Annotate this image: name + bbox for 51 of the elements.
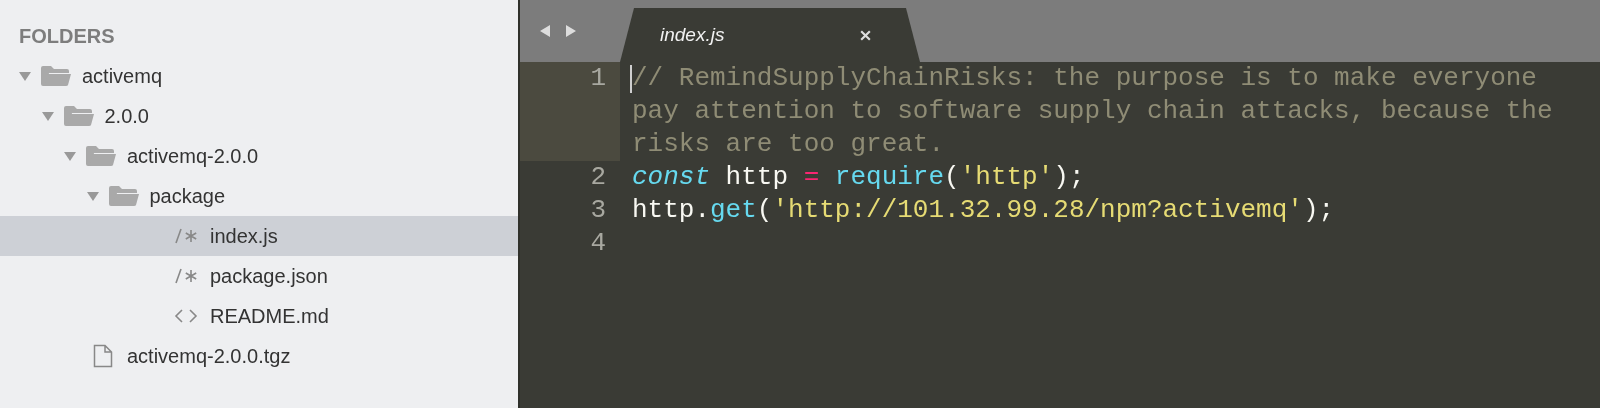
line-number: 1 xyxy=(590,63,606,93)
disclosure-triangle-icon[interactable] xyxy=(18,69,32,83)
sidebar-header: FOLDERS xyxy=(18,24,116,49)
code-token: http xyxy=(724,162,790,192)
code-token: ); xyxy=(1053,162,1085,192)
folder-icon xyxy=(40,64,72,88)
code-token: require xyxy=(834,162,945,192)
line-number: 2 xyxy=(590,162,606,192)
tree-item[interactable]: index.js xyxy=(0,216,518,256)
tree-item-label: README.md xyxy=(210,304,329,328)
file-icon xyxy=(93,344,113,368)
folder-icon xyxy=(62,104,95,128)
disclosure-triangle-icon[interactable] xyxy=(63,149,77,163)
tree-item[interactable]: 2.0.0 xyxy=(0,96,518,136)
line-number: 4 xyxy=(590,228,606,258)
tree-item[interactable]: activemq-2.0.0.tgz xyxy=(0,336,518,376)
tree-item[interactable]: package.json xyxy=(0,256,518,296)
comment-icon xyxy=(174,268,198,284)
tree-item-label: 2.0.0 xyxy=(104,104,149,128)
code-token: // RemindSupplyChainRisks: the purpose is to make everyone xyxy=(632,63,1537,93)
tree-item-label: index.js xyxy=(210,224,278,248)
tree-item-label: package xyxy=(149,184,226,208)
folder-icon xyxy=(107,184,140,208)
code-token: const xyxy=(632,162,710,192)
tree-item-label: package.json xyxy=(210,264,328,288)
code-token: ); xyxy=(1302,195,1335,225)
tree-item-label: activemq xyxy=(82,64,163,88)
tree-item[interactable]: package xyxy=(0,176,518,216)
code-token: get xyxy=(710,195,757,225)
code-token: pay attention to software supply chain attacks, because the xyxy=(632,96,1553,126)
code-token: ( xyxy=(944,162,960,192)
close-icon[interactable] xyxy=(859,28,872,42)
disclosure-triangle-icon[interactable] xyxy=(85,189,100,203)
tree-item-label: activemq-2.0.0 xyxy=(127,144,259,168)
code-token: ( xyxy=(756,195,773,225)
code-token: risks are too great. xyxy=(632,129,945,159)
file-tab[interactable]: index.js xyxy=(620,8,920,62)
tree-item[interactable]: activemq-2.0.0 xyxy=(0,136,518,176)
line-number: 3 xyxy=(590,195,606,225)
disclosure-triangle-icon[interactable] xyxy=(40,109,55,123)
code-token: 'http://101.32.99.28/npm?activemq' xyxy=(772,195,1303,225)
tree-item-label: activemq-2.0.0.tgz xyxy=(127,344,291,368)
code-token: http. xyxy=(632,195,710,225)
tree-item[interactable]: activemq xyxy=(0,56,518,96)
code-token: 'http' xyxy=(959,162,1054,192)
navigation-arrows-icon[interactable] xyxy=(538,23,578,39)
folder-icon xyxy=(85,144,117,168)
tree-item[interactable]: README.md xyxy=(0,296,518,336)
code-icon xyxy=(174,308,198,324)
comment-icon xyxy=(174,228,198,244)
code-token: = xyxy=(803,162,821,192)
